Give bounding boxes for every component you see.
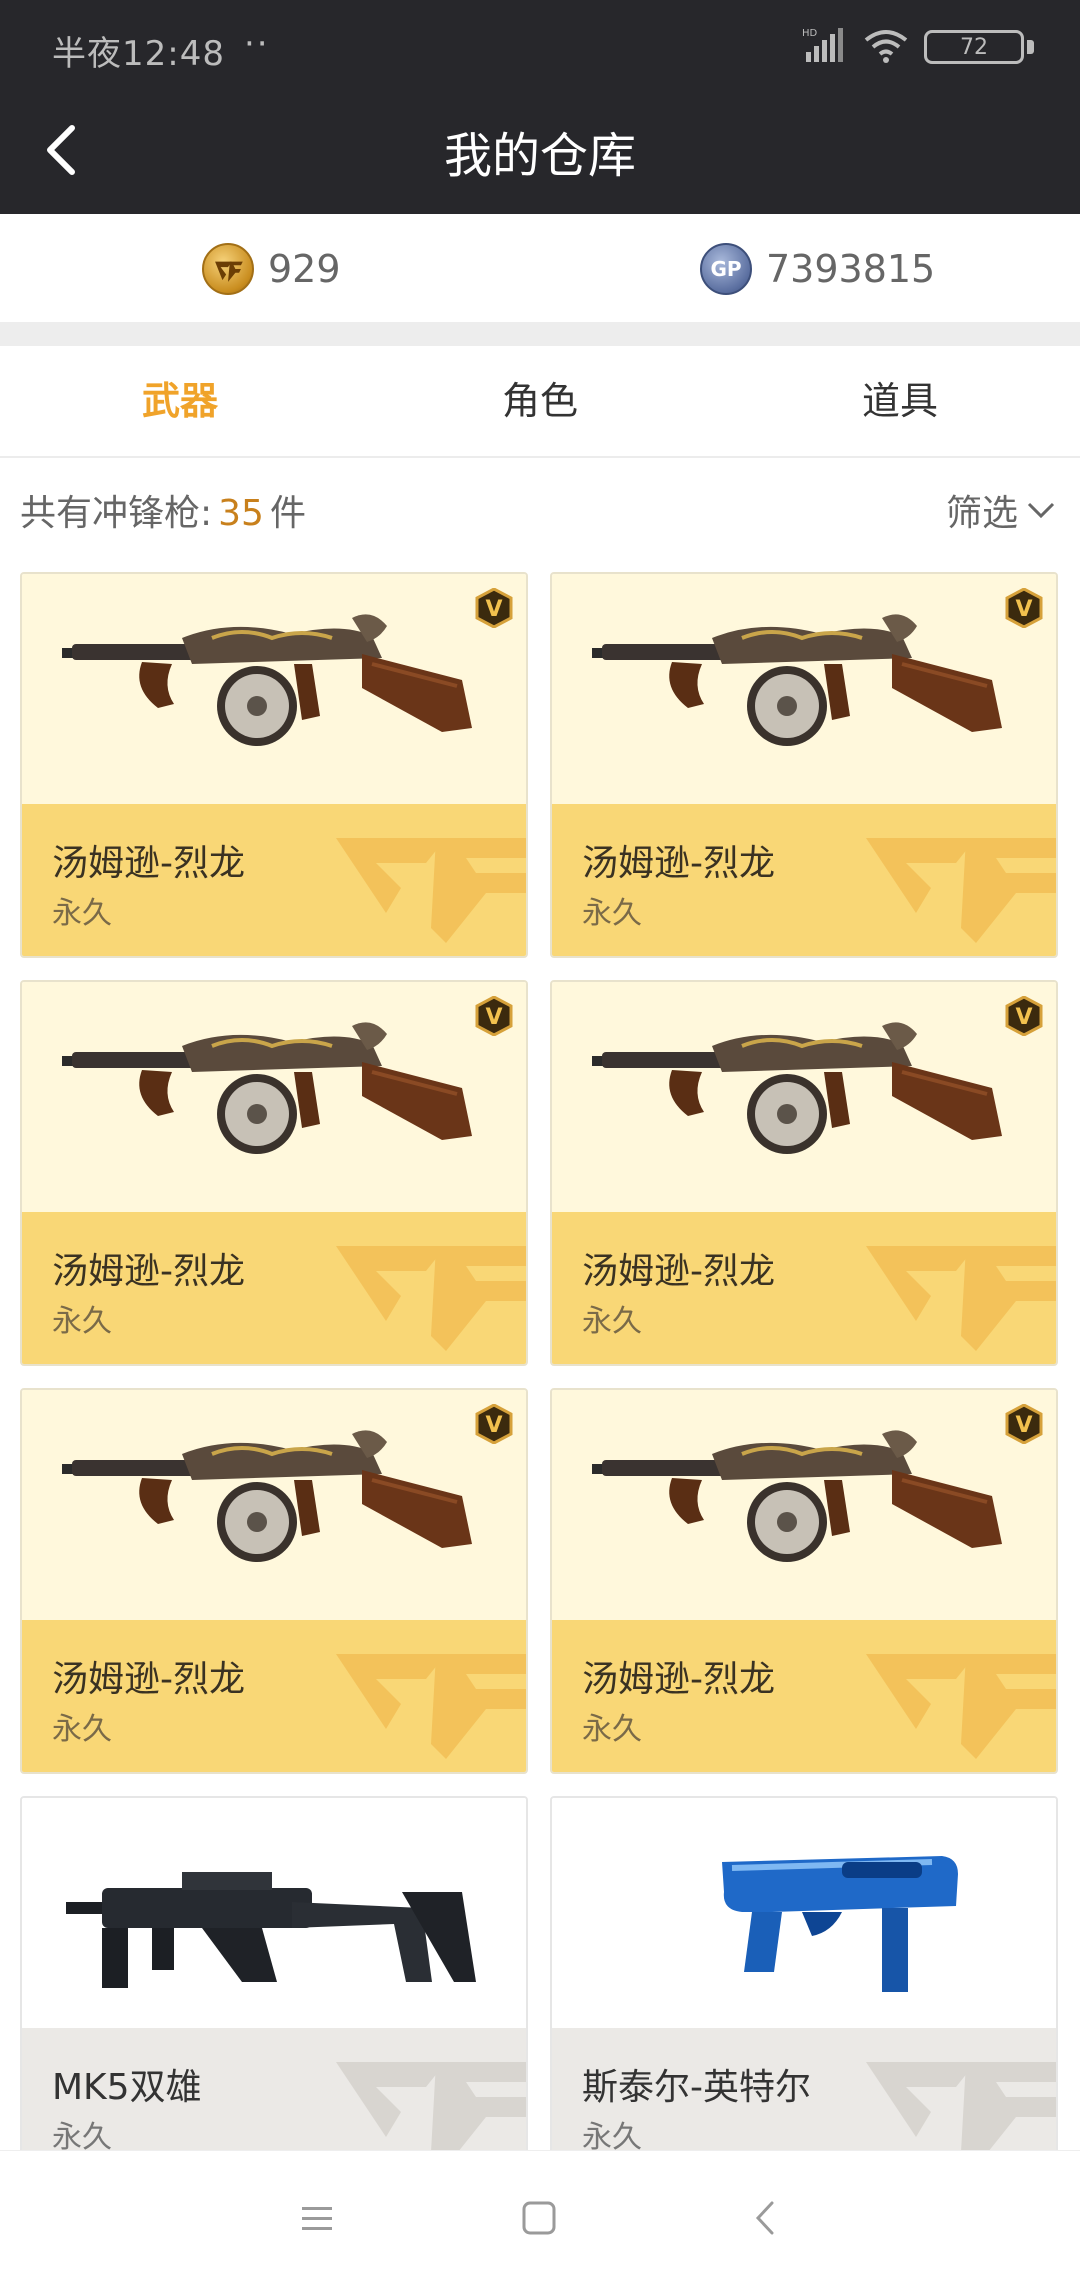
weapon-card[interactable]: 汤姆逊-烈龙 永久 [550, 1388, 1058, 1774]
status-icons: HD 72 [774, 26, 1034, 70]
menu-icon[interactable] [294, 2195, 340, 2241]
weapon-card[interactable]: MK5双雄 永久 [20, 1796, 528, 2182]
cf-watermark-icon [856, 1634, 1056, 1764]
cf-watermark-icon [326, 818, 526, 948]
vip-badge-icon [1004, 588, 1044, 628]
cf-coin-icon [202, 243, 254, 295]
cf-watermark-icon [326, 1226, 526, 1356]
weapon-name: 汤姆逊-烈龙 [582, 1659, 775, 1700]
home-icon[interactable] [516, 2195, 562, 2241]
battery-level: 72 [960, 34, 988, 60]
filter-label: 筛选 [945, 493, 1018, 534]
weapon-duration: 永久 [52, 896, 112, 931]
thompson-dragon-icon [62, 1016, 482, 1176]
chevron-down-icon [1027, 502, 1055, 519]
item-count: 共有冲锋枪: 35 件 [20, 484, 306, 536]
tab-characters[interactable]: 角色 [360, 346, 720, 456]
gp-coin-icon: GP [700, 243, 752, 295]
weapon-name: MK5双雄 [52, 2067, 202, 2108]
weapon-card[interactable]: 斯泰尔-英特尔 永久 [550, 1796, 1058, 2182]
vip-badge-icon [474, 996, 514, 1036]
thompson-dragon-icon [62, 608, 482, 768]
weapon-name: 斯泰尔-英特尔 [582, 2067, 811, 2108]
weapon-card[interactable]: 汤姆逊-烈龙 永久 [20, 1388, 528, 1774]
weapon-duration: 永久 [52, 1712, 112, 1747]
weapon-duration: 永久 [52, 1304, 112, 1339]
vip-badge-icon [1004, 1404, 1044, 1444]
thompson-dragon-icon [62, 1424, 482, 1584]
vip-badge-icon [474, 588, 514, 628]
page-title: 我的仓库 [443, 128, 636, 184]
status-time: 半夜12:48 [52, 34, 225, 74]
weapon-duration: 永久 [582, 896, 642, 931]
weapon-duration: 永久 [582, 1304, 642, 1339]
signal-icon: HD [802, 28, 843, 62]
cf-watermark-icon [326, 1634, 526, 1764]
vip-badge-icon [474, 1404, 514, 1444]
kriss-vector-icon [66, 1872, 476, 1988]
cf-watermark-icon [856, 818, 1056, 948]
weapon-name: 汤姆逊-烈龙 [582, 1251, 775, 1292]
thompson-dragon-icon [592, 608, 1012, 768]
weapon-name: 汤姆逊-烈龙 [52, 1251, 245, 1292]
category-tabs: 武器 角色 道具 [0, 346, 1080, 458]
weapon-card[interactable]: 汤姆逊-烈龙 永久 [20, 980, 528, 1366]
thompson-dragon-icon [592, 1424, 1012, 1584]
item-count-prefix: 共有冲锋枪: [20, 493, 213, 534]
weapon-name: 汤姆逊-烈龙 [52, 843, 245, 884]
gp-points-value: 7393815 [766, 247, 936, 291]
tab-items[interactable]: 道具 [720, 346, 1080, 456]
gp-points: GP 7393815 [700, 242, 935, 296]
status-bar: 半夜12:48 ·· HD 72 [0, 0, 1080, 96]
wifi-icon [864, 30, 908, 63]
vip-badge-icon [1004, 996, 1044, 1036]
weapon-name: 汤姆逊-烈龙 [582, 843, 775, 884]
cf-watermark-icon [856, 1226, 1056, 1356]
item-count-number: 35 [218, 493, 264, 534]
system-nav-bar [0, 2150, 1080, 2280]
gp-coin-label: GP [710, 257, 742, 281]
status-notification-dots: ·· [244, 24, 270, 64]
currency-row: 929 GP 7393815 [0, 214, 1080, 322]
battery-icon: 72 [924, 30, 1034, 64]
cf-points: 929 [202, 242, 341, 296]
cf-points-value: 929 [268, 247, 341, 291]
weapon-card[interactable]: 汤姆逊-烈龙 永久 [550, 572, 1058, 958]
weapon-card[interactable]: 汤姆逊-烈龙 永久 [550, 980, 1058, 1366]
weapon-name: 汤姆逊-烈龙 [52, 1659, 245, 1700]
weapon-card[interactable]: 汤姆逊-烈龙 永久 [20, 572, 528, 958]
app-header: 半夜12:48 ·· HD 72 我的仓库 [0, 0, 1080, 214]
filter-button[interactable]: 筛选 [946, 484, 1056, 536]
svg-text:HD: HD [802, 28, 818, 39]
tab-weapons[interactable]: 武器 [0, 346, 360, 456]
steyr-intel-icon [722, 1856, 958, 1992]
thompson-dragon-icon [592, 1016, 1012, 1176]
weapon-duration: 永久 [582, 1712, 642, 1747]
nav-back-icon[interactable] [744, 2195, 790, 2241]
item-count-suffix: 件 [269, 493, 306, 534]
section-divider [0, 322, 1080, 346]
